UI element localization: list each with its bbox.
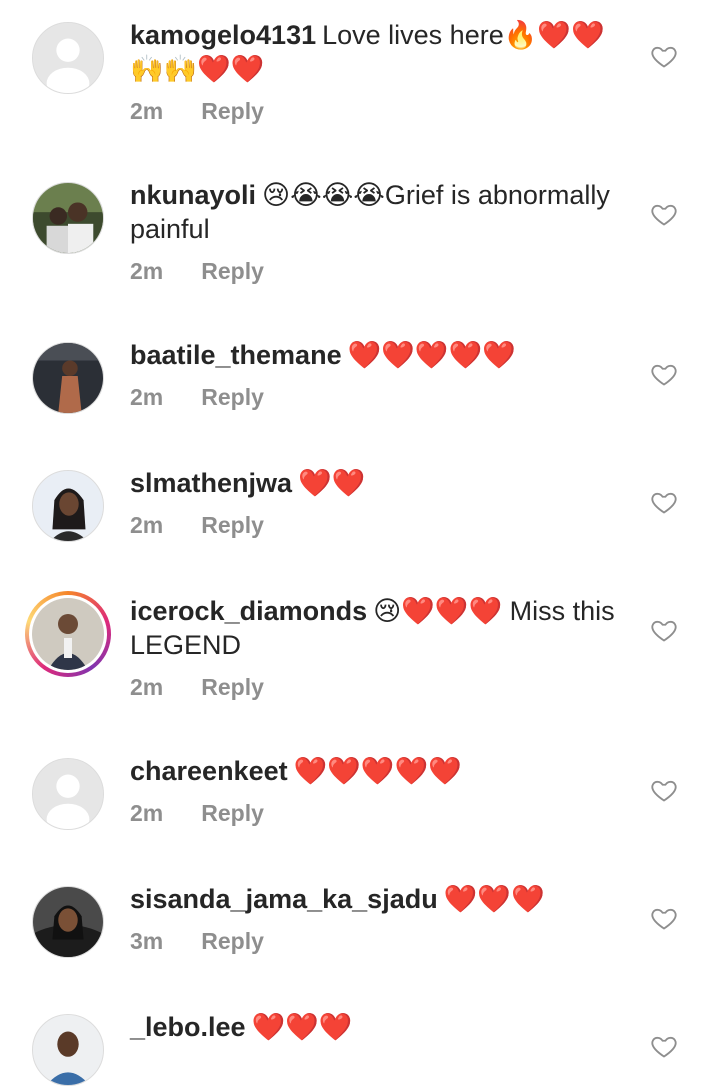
comment-username[interactable]: icerock_diamonds xyxy=(130,596,367,626)
heart-outline-icon[interactable] xyxy=(650,200,678,228)
comment-meta: 2m Reply xyxy=(130,258,264,285)
comment-text-block: sisanda_jama_ka_sjadu ❤️❤️❤️ xyxy=(130,882,630,916)
comment-time: 2m xyxy=(130,98,164,124)
comment-meta: 2m Reply xyxy=(130,98,264,125)
reply-button[interactable]: Reply xyxy=(201,258,264,284)
comment-time: 3m xyxy=(130,928,164,954)
comment-username[interactable]: _lebo.lee xyxy=(130,1012,246,1042)
placeholder-avatar-icon[interactable] xyxy=(32,758,104,830)
comment-username[interactable]: nkunayoli xyxy=(130,180,256,210)
reply-button[interactable]: Reply xyxy=(201,512,264,538)
comment-meta: 3m Reply xyxy=(130,928,264,955)
comment-body: ❤️❤️❤️ xyxy=(251,1012,353,1042)
comment-username[interactable]: slmathenjwa xyxy=(130,468,292,498)
comment-text-block: kamogelo4131 Love lives here🔥❤️❤️🙌🙌❤️❤️ xyxy=(130,18,630,86)
heart-outline-icon[interactable] xyxy=(650,360,678,388)
comment-time: 2m xyxy=(130,258,164,284)
comment-body: ❤️❤️ xyxy=(298,468,366,498)
comment-meta: 2m Reply xyxy=(130,800,264,827)
heart-outline-icon[interactable] xyxy=(650,904,678,932)
comment-meta: 2m Reply xyxy=(130,384,264,411)
comment-username[interactable]: chareenkeet xyxy=(130,756,288,786)
comment-body: ❤️❤️❤️❤️❤️ xyxy=(293,756,462,786)
reply-button[interactable]: Reply xyxy=(201,674,264,700)
heart-outline-icon[interactable] xyxy=(650,616,678,644)
avatar-ring-inner xyxy=(29,595,107,673)
heart-outline-icon[interactable] xyxy=(650,1032,678,1060)
comment-text-block: _lebo.lee ❤️❤️❤️ xyxy=(130,1010,630,1044)
comment-body: ❤️❤️❤️ xyxy=(443,884,545,914)
user-avatar[interactable] xyxy=(32,470,104,542)
user-avatar[interactable] xyxy=(32,342,104,414)
comment-text-block: chareenkeet ❤️❤️❤️❤️❤️ xyxy=(130,754,630,788)
comment-meta: 2m Reply xyxy=(130,674,264,701)
comment-meta: 2m Reply xyxy=(130,512,264,539)
comment-username[interactable]: kamogelo4131 xyxy=(130,20,316,50)
heart-outline-icon[interactable] xyxy=(650,42,678,70)
comment-username[interactable]: baatile_themane xyxy=(130,340,342,370)
comment-text-block: baatile_themane ❤️❤️❤️❤️❤️ xyxy=(130,338,630,372)
comment-text-block: slmathenjwa ❤️❤️ xyxy=(130,466,630,500)
user-avatar[interactable] xyxy=(32,182,104,254)
user-avatar[interactable] xyxy=(32,886,104,958)
comment-time: 2m xyxy=(130,512,164,538)
user-avatar[interactable] xyxy=(32,1014,104,1086)
comment-text-block: icerock_diamonds 😢❤️❤️❤️ Miss this LEGEND xyxy=(130,594,630,662)
placeholder-avatar-icon[interactable] xyxy=(32,22,104,94)
comment-time: 2m xyxy=(130,674,164,700)
comments-list: kamogelo4131 Love lives here🔥❤️❤️🙌🙌❤️❤️ 2… xyxy=(0,0,720,1086)
reply-button[interactable]: Reply xyxy=(201,800,264,826)
comment-body: ❤️❤️❤️❤️❤️ xyxy=(347,340,516,370)
reply-button[interactable]: Reply xyxy=(201,384,264,410)
comment-time: 2m xyxy=(130,800,164,826)
heart-outline-icon[interactable] xyxy=(650,488,678,516)
comment-text-block: nkunayoli 😢😭😭😭Grief is abnormally painful xyxy=(130,178,630,246)
heart-outline-icon[interactable] xyxy=(650,776,678,804)
comment-username[interactable]: sisanda_jama_ka_sjadu xyxy=(130,884,438,914)
reply-button[interactable]: Reply xyxy=(201,928,264,954)
user-avatar-story-ring[interactable] xyxy=(25,591,111,677)
comment-time: 2m xyxy=(130,384,164,410)
reply-button[interactable]: Reply xyxy=(201,98,264,124)
user-avatar xyxy=(32,598,104,670)
